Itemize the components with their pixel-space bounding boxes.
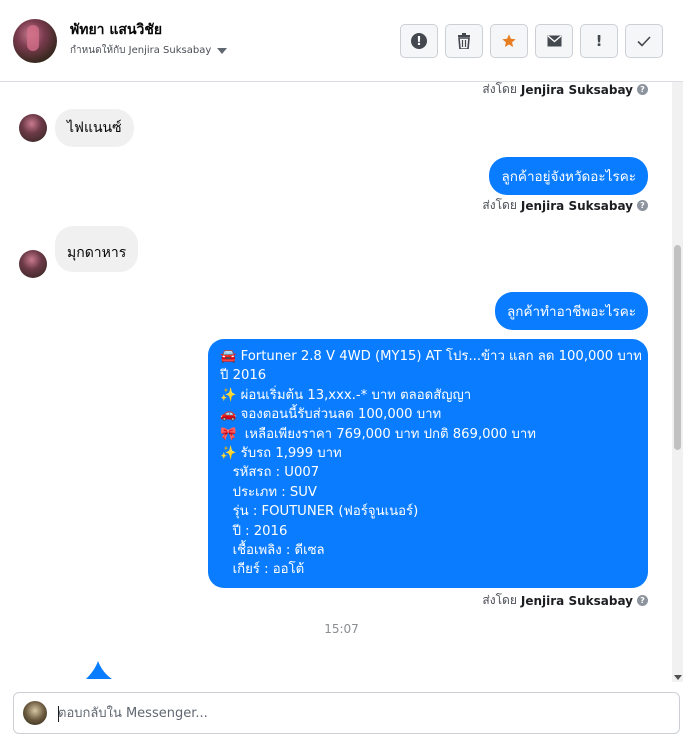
incoming-message[interactable]: มุกดาหาร bbox=[55, 226, 139, 272]
incoming-message[interactable]: ไฟแนนซ์ bbox=[55, 109, 134, 147]
message-thread[interactable]: ส่งโดย Jenjira Suksabay ? ไฟแนนซ์ ลูกค้า… bbox=[0, 82, 672, 682]
like-reaction-icon bbox=[86, 661, 112, 679]
message-line: ปี : 2016 bbox=[220, 523, 288, 539]
message-line: รหัสรถ : U007 bbox=[220, 465, 320, 481]
contact-avatar[interactable] bbox=[13, 19, 57, 63]
message-line: ปี 2016 bbox=[220, 368, 267, 384]
assignee-dropdown[interactable]: กำหนดให้กับ Jenjira Suksabay bbox=[70, 43, 228, 58]
message-line: เชื้อเพลิง : ดีเซล bbox=[220, 543, 325, 559]
conversation-header: พัทยา แสนวิชัย กำหนดให้กับ Jenjira Suksa… bbox=[0, 0, 683, 82]
mark-unread-button[interactable] bbox=[535, 24, 573, 58]
alert-circle-icon: ! bbox=[411, 33, 427, 49]
reply-input[interactable] bbox=[58, 702, 658, 724]
star-icon bbox=[502, 34, 516, 47]
message-line: ประเภท : SUV bbox=[220, 484, 317, 500]
message-timestamp: 15:07 bbox=[324, 622, 359, 636]
sent-by-prefix: ส่งโดย bbox=[482, 593, 517, 607]
message-line: 🚗 จองตอนนี้รับส่วนลด 100,000 บาท bbox=[220, 407, 442, 423]
page-avatar bbox=[23, 701, 47, 725]
check-icon bbox=[637, 35, 651, 47]
trash-icon bbox=[458, 33, 470, 49]
help-icon[interactable]: ? bbox=[637, 200, 648, 211]
star-button[interactable] bbox=[490, 24, 528, 58]
text-cursor bbox=[58, 706, 59, 722]
message-line: 🚘 Fortuner 2.8 V 4WD (MY15) AT โปร...ข้า… bbox=[220, 349, 642, 364]
caret-down-icon bbox=[217, 47, 228, 54]
contact-name[interactable]: พัทยา แสนวิชัย bbox=[70, 19, 162, 41]
outgoing-message[interactable]: ลูกค้าอยู่จังหวัดอะไรคะ bbox=[489, 157, 648, 195]
reply-composer bbox=[13, 692, 680, 734]
scroll-down-arrow-icon[interactable] bbox=[674, 675, 682, 680]
sent-by-note: ส่งโดย Jenjira Suksabay ? bbox=[482, 82, 648, 99]
contact-avatar-small[interactable] bbox=[19, 114, 47, 142]
scrollbar-thumb[interactable] bbox=[674, 245, 681, 450]
action-toolbar: ! ! bbox=[400, 24, 663, 58]
help-icon[interactable]: ? bbox=[637, 84, 648, 95]
mark-done-button[interactable] bbox=[625, 24, 663, 58]
thread-scrollbar[interactable] bbox=[672, 82, 683, 682]
message-line: รุ่น : FOUTUNER (ฟอร์จูนเนอร์) bbox=[220, 504, 419, 520]
outgoing-long-message[interactable]: 🚘 Fortuner 2.8 V 4WD (MY15) AT โปร...ข้า… bbox=[208, 339, 648, 588]
outgoing-message[interactable]: ลูกค้าทำอาชีพอะไรคะ bbox=[495, 292, 648, 330]
sent-by-name: Jenjira Suksabay bbox=[520, 198, 633, 213]
exclamation-icon: ! bbox=[595, 32, 603, 50]
sent-by-note: ส่งโดย Jenjira Suksabay ? bbox=[482, 591, 648, 610]
sent-by-name: Jenjira Suksabay bbox=[520, 82, 633, 97]
message-line: ✨ ผ่อนเริ่มต้น 13,xxx.-* บาท ตลอดสัญญา bbox=[220, 387, 472, 403]
sent-by-prefix: ส่งโดย bbox=[482, 82, 517, 96]
sent-by-prefix: ส่งโดย bbox=[482, 198, 517, 212]
delete-button[interactable] bbox=[445, 24, 483, 58]
contact-avatar-small[interactable] bbox=[19, 250, 47, 278]
message-line: 🎀 เหลือเพียงราคา 769,000 บาท ปกติ 869,00… bbox=[220, 426, 536, 442]
message-line: ✨ รับรถ 1,999 บาท bbox=[220, 446, 342, 462]
help-icon[interactable]: ? bbox=[637, 595, 648, 606]
report-spam-button[interactable]: ! bbox=[400, 24, 438, 58]
message-line: เกียร์ : ออโต้ bbox=[220, 562, 305, 578]
sent-by-note: ส่งโดย Jenjira Suksabay ? bbox=[482, 196, 648, 215]
follow-up-button[interactable]: ! bbox=[580, 24, 618, 58]
sent-by-name: Jenjira Suksabay bbox=[520, 593, 633, 608]
envelope-icon bbox=[547, 35, 561, 47]
assignee-label: กำหนดให้กับ Jenjira Suksabay bbox=[70, 45, 212, 56]
